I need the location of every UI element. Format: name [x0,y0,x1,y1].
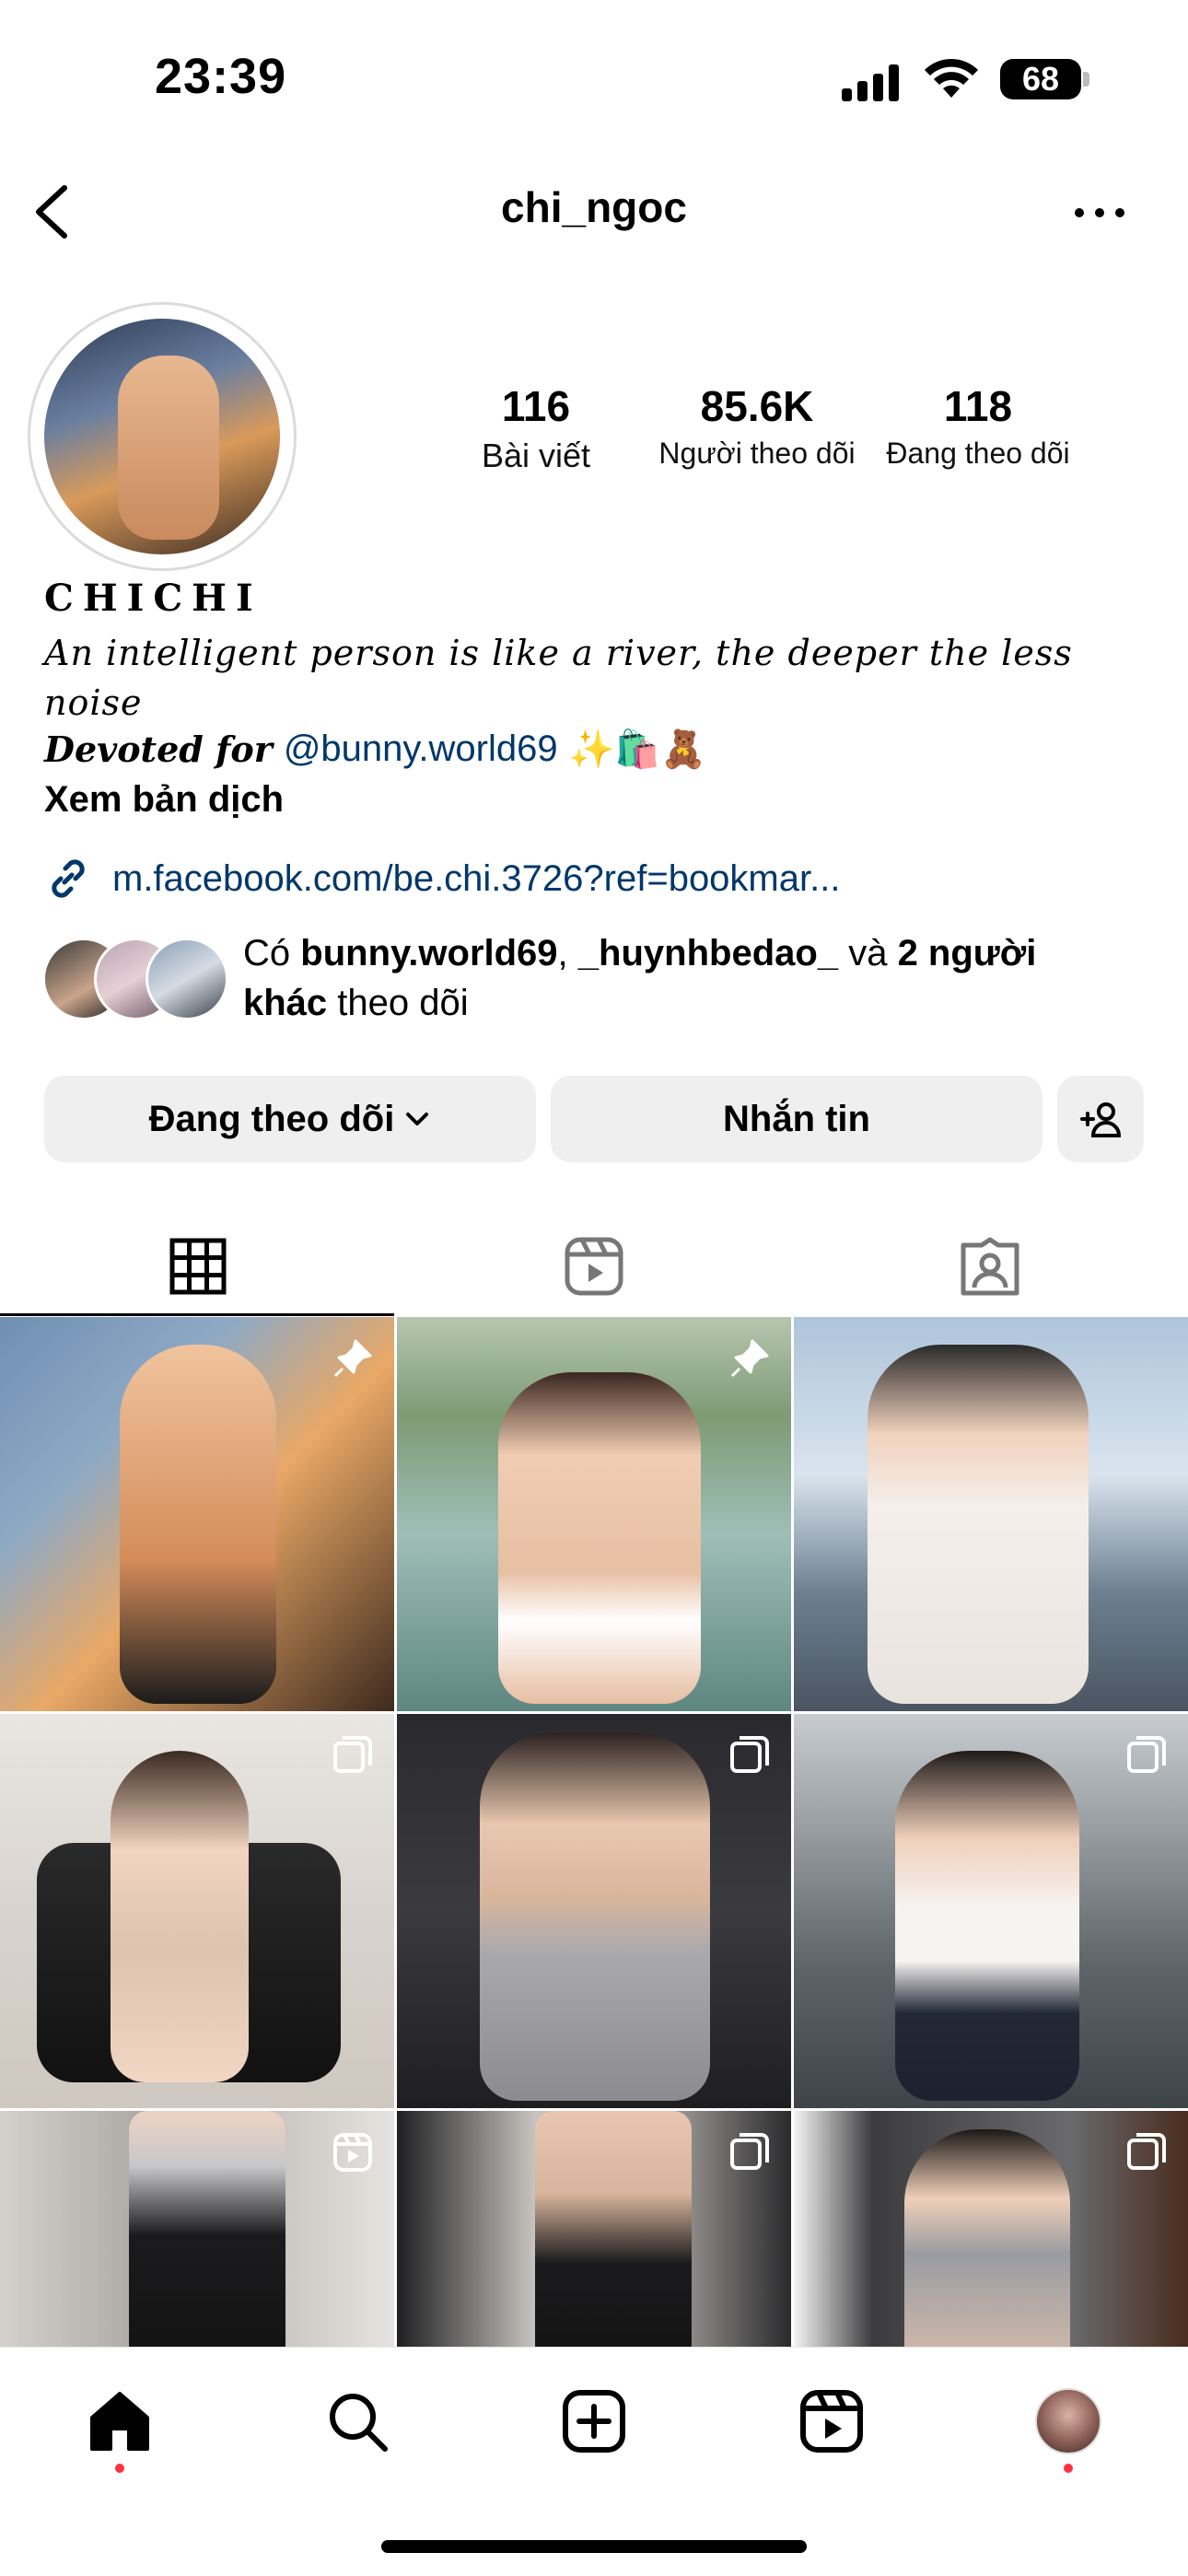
followed-prefix: Có [243,933,291,973]
carousel-icon [1127,2133,1166,2170]
nav-home[interactable] [83,2384,157,2458]
search-icon [330,2394,388,2452]
posts-label: Bài viết [481,437,591,474]
followers-count: 85.6K [700,382,814,430]
followed-by-text[interactable]: Có bunny.world69, _huynhbedao_ và 2 ngườ… [243,928,1127,1028]
post-thumbnail[interactable] [0,1317,394,1711]
following-stat[interactable]: 118 Đang theo dõi [868,381,1089,471]
external-link-text: m.facebook.com/be.chi.3726?ref=bookmar..… [112,857,841,899]
following-button[interactable]: Đang theo dõi [44,1076,536,1162]
following-button-label: Đang theo dõi [148,1098,395,1139]
carousel-icon [730,1736,769,1773]
carousel-icon [1127,1736,1166,1773]
pin-icon [333,1339,372,1378]
tab-reels[interactable] [396,1216,792,1317]
nav-reels[interactable] [795,2384,868,2458]
followers-label: Người theo dõi [658,437,856,470]
nav-profile[interactable] [1031,2384,1105,2458]
profile-username: chi_ngoc [501,183,687,231]
message-button-label: Nhắn tin [723,1098,870,1139]
reels-icon [565,1237,623,1296]
bio-emojis: ✨🛍️🧸 [568,729,707,770]
grid-icon [169,1238,227,1295]
posts-count: 116 [501,382,571,430]
posts-stat[interactable]: 116 Bài viết [425,381,646,475]
bio-quote: An intelligent person is like a river, t… [44,633,1073,723]
see-translation-link[interactable]: Xem bản dịch [44,779,284,821]
carousel-icon [730,2133,769,2170]
pin-icon [730,1339,769,1378]
following-label: Đang theo dõi [886,437,1070,470]
create-post-icon [563,2390,625,2453]
mutual-avatar [146,938,228,1020]
tagged-person-icon [961,1237,1019,1296]
display-name: CHICHI [44,577,262,620]
bio-mention-link[interactable]: @bunny.world69 [284,729,558,770]
nav-search[interactable] [320,2384,394,2458]
more-options-icon[interactable] [1072,199,1127,227]
tab-tagged[interactable] [792,1216,1188,1317]
followers-stat[interactable]: 85.6K Người theo dõi [646,381,868,471]
post-thumbnail[interactable] [0,1714,394,2108]
followed-suffix: theo dõi [337,983,469,1023]
nav-create[interactable] [557,2384,631,2458]
devoted-label: Devoted for [44,729,273,770]
followed-and: và [848,933,888,973]
link-icon [52,859,85,898]
followed-user-2[interactable]: _huynhbedao_ [578,933,838,973]
external-link[interactable]: m.facebook.com/be.chi.3726?ref=bookmar..… [44,855,840,903]
battery-cap [1083,72,1089,87]
reels-icon [800,2390,863,2453]
bio-devoted-line: Devoted for @bunny.world69 ✨🛍️🧸 [44,728,706,771]
home-indicator [381,2540,807,2553]
post-thumbnail[interactable] [397,1317,791,1711]
profile-notification-dot [1064,2464,1073,2473]
tab-posts-grid[interactable] [0,1216,396,1317]
add-user-icon [1080,1102,1122,1137]
suggested-users-button[interactable] [1057,1076,1144,1162]
message-button[interactable]: Nhắn tin [551,1076,1042,1162]
cellular-signal-icon [842,61,903,101]
followed-separator: , [557,933,568,973]
active-tab-indicator [0,1313,394,1316]
wifi-icon [925,58,978,98]
followed-user-1[interactable]: bunny.world69 [300,933,557,973]
status-time: 23:39 [155,49,287,104]
chevron-down-icon [406,1113,429,1125]
post-thumbnail[interactable] [794,1714,1188,2108]
profile-avatar[interactable] [44,319,280,554]
carousel-icon [333,1736,372,1773]
profile-avatar-small [1035,2388,1101,2454]
home-icon [90,2392,149,2451]
post-thumbnail[interactable] [397,1714,791,2108]
post-thumbnail[interactable] [794,1317,1188,1711]
following-count: 118 [943,382,1013,430]
home-notification-dot [115,2464,124,2473]
reel-icon [333,2133,372,2172]
mutual-followers-avatars[interactable] [42,938,228,1020]
battery-indicator: 68 [1000,59,1081,99]
posts-grid [0,1317,1188,2505]
